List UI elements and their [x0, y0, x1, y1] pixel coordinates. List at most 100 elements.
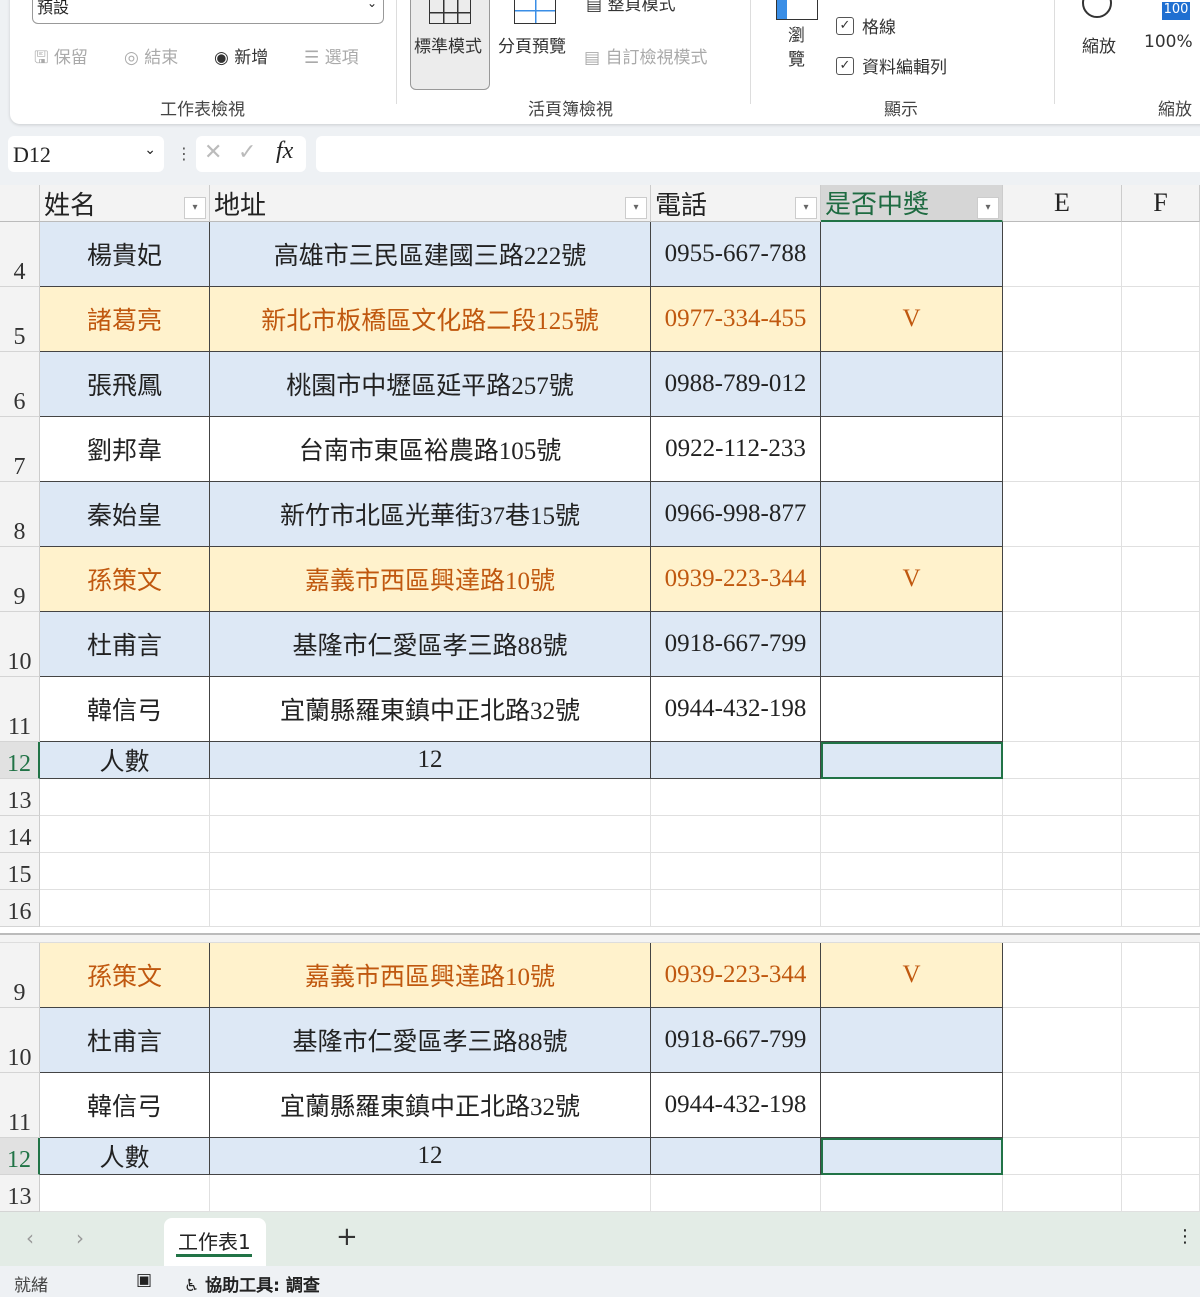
cell[interactable]	[821, 612, 1003, 677]
navigation-button[interactable]: 瀏覽	[772, 0, 822, 80]
cell[interactable]	[1122, 853, 1200, 890]
cell[interactable]	[1003, 677, 1122, 742]
column-header[interactable]: F	[1122, 185, 1200, 222]
cell[interactable]	[1122, 890, 1200, 927]
cell[interactable]: 張飛鳳	[40, 352, 210, 417]
cell[interactable]: 0966-998-877	[651, 482, 821, 547]
cell[interactable]	[1003, 612, 1122, 677]
column-header[interactable]: 姓名 ▾	[40, 185, 210, 222]
cell[interactable]	[1003, 1138, 1122, 1175]
new-view-button[interactable]: ◉ 新增	[214, 43, 268, 68]
cell[interactable]: 台南市東區裕農路105號	[210, 417, 651, 482]
worksheet-grid[interactable]: 姓名 ▾ 地址 ▾ 電話 ▾ 是否中獎 ▾ E F 4 楊貴妃 高雄市三民區建國三路222號 0955-6…	[0, 185, 1200, 1212]
row-header[interactable]: 6	[0, 352, 40, 417]
row-header[interactable]: 8	[0, 482, 40, 547]
cell[interactable]	[821, 677, 1003, 742]
cell[interactable]	[40, 779, 210, 816]
enter-icon[interactable]: ✓	[238, 140, 256, 165]
filter-dropdown-icon[interactable]: ▾	[795, 197, 817, 219]
cell[interactable]: 杜甫言	[40, 1008, 210, 1073]
cell[interactable]	[1003, 1073, 1122, 1138]
cell[interactable]: 孫策文	[40, 547, 210, 612]
exit-button[interactable]: ◎ 結束	[124, 43, 178, 68]
select-all-corner[interactable]	[0, 185, 40, 222]
insert-function-button[interactable]: fx	[276, 138, 293, 165]
cell[interactable]	[1003, 1008, 1122, 1073]
cell[interactable]	[1122, 1073, 1200, 1138]
row-header[interactable]: 10	[0, 612, 40, 677]
cell[interactable]	[1122, 352, 1200, 417]
cell[interactable]	[1003, 943, 1122, 1008]
cell[interactable]	[821, 417, 1003, 482]
cell[interactable]	[1003, 222, 1122, 287]
cell[interactable]	[651, 742, 821, 779]
more-icon[interactable]: ⋮	[1176, 1226, 1194, 1247]
cell[interactable]	[1003, 482, 1122, 547]
cell[interactable]	[1122, 612, 1200, 677]
cell[interactable]: 12	[210, 742, 651, 779]
macro-record-icon[interactable]: ▣	[136, 1270, 152, 1290]
view-select[interactable]: 預設 ⌄	[32, 0, 384, 24]
cancel-icon[interactable]: ✕	[204, 140, 222, 165]
row-header[interactable]: 12	[0, 742, 40, 779]
gridlines-checkbox[interactable]: ✓ 格線	[836, 13, 896, 38]
row-header[interactable]: 13	[0, 779, 40, 816]
cell[interactable]	[1122, 287, 1200, 352]
filter-dropdown-icon[interactable]: ▾	[977, 197, 999, 219]
cell[interactable]: 基隆市仁愛區孝三路88號	[210, 612, 651, 677]
cell[interactable]: 新北市板橋區文化路二段125號	[210, 287, 651, 352]
cell[interactable]: 0944-432-198	[651, 1073, 821, 1138]
cell[interactable]	[821, 222, 1003, 287]
cell[interactable]: 杜甫言	[40, 612, 210, 677]
split-bar[interactable]	[0, 933, 1200, 943]
cell[interactable]	[210, 779, 651, 816]
cell[interactable]: 劉邦韋	[40, 417, 210, 482]
cell[interactable]	[1122, 1008, 1200, 1073]
custom-view-button[interactable]: ▤ 自訂檢視模式	[584, 43, 707, 68]
cell[interactable]	[1122, 482, 1200, 547]
cell[interactable]	[1122, 742, 1200, 779]
formula-bar-checkbox[interactable]: ✓ 資料編輯列	[836, 53, 947, 78]
chevron-left-icon[interactable]: ‹	[26, 1226, 34, 1250]
row-header[interactable]: 12	[0, 1138, 40, 1175]
cell[interactable]	[210, 816, 651, 853]
cell[interactable]: 宜蘭縣羅東鎮中正北路32號	[210, 1073, 651, 1138]
cell[interactable]	[651, 816, 821, 853]
cell[interactable]	[40, 853, 210, 890]
row-header[interactable]: 9	[0, 547, 40, 612]
row-header[interactable]: 13	[0, 1175, 40, 1212]
page-break-button[interactable]: 分頁預覽	[496, 0, 576, 90]
cell[interactable]	[1003, 352, 1122, 417]
cell[interactable]	[1122, 1138, 1200, 1175]
cell[interactable]: 0955-667-788	[651, 222, 821, 287]
zoom-100-button[interactable]: 100 100%	[1140, 0, 1200, 60]
cell[interactable]: 嘉義市西區興達路10號	[210, 943, 651, 1008]
cell[interactable]: 0918-667-799	[651, 612, 821, 677]
cell[interactable]	[210, 1175, 651, 1212]
cell[interactable]	[1003, 417, 1122, 482]
cell[interactable]	[210, 890, 651, 927]
cell[interactable]	[40, 816, 210, 853]
selected-cell[interactable]	[821, 1138, 1003, 1175]
column-header[interactable]: 地址 ▾	[210, 185, 651, 222]
row-header[interactable]: 5	[0, 287, 40, 352]
row-header[interactable]: 11	[0, 677, 40, 742]
cell[interactable]	[1003, 816, 1122, 853]
formula-input[interactable]	[316, 136, 1200, 172]
cell[interactable]: 韓信弓	[40, 677, 210, 742]
filter-dropdown-icon[interactable]: ▾	[184, 197, 206, 219]
column-header[interactable]: 電話 ▾	[651, 185, 821, 222]
cell[interactable]	[1122, 677, 1200, 742]
sheet-tab-active[interactable]: 工作表1	[164, 1218, 266, 1266]
row-header[interactable]: 11	[0, 1073, 40, 1138]
row-header[interactable]: 15	[0, 853, 40, 890]
cell[interactable]: 0922-112-233	[651, 417, 821, 482]
cell[interactable]: 人數	[40, 1138, 210, 1175]
cell[interactable]	[821, 1073, 1003, 1138]
cell[interactable]: 宜蘭縣羅東鎮中正北路32號	[210, 677, 651, 742]
cell[interactable]	[651, 1138, 821, 1175]
zoom-button[interactable]: 縮放	[1076, 0, 1126, 60]
column-header[interactable]: E	[1003, 185, 1122, 222]
cell[interactable]	[821, 1008, 1003, 1073]
accessibility-button[interactable]: ♿ 協助工具: 調查	[184, 1271, 320, 1296]
